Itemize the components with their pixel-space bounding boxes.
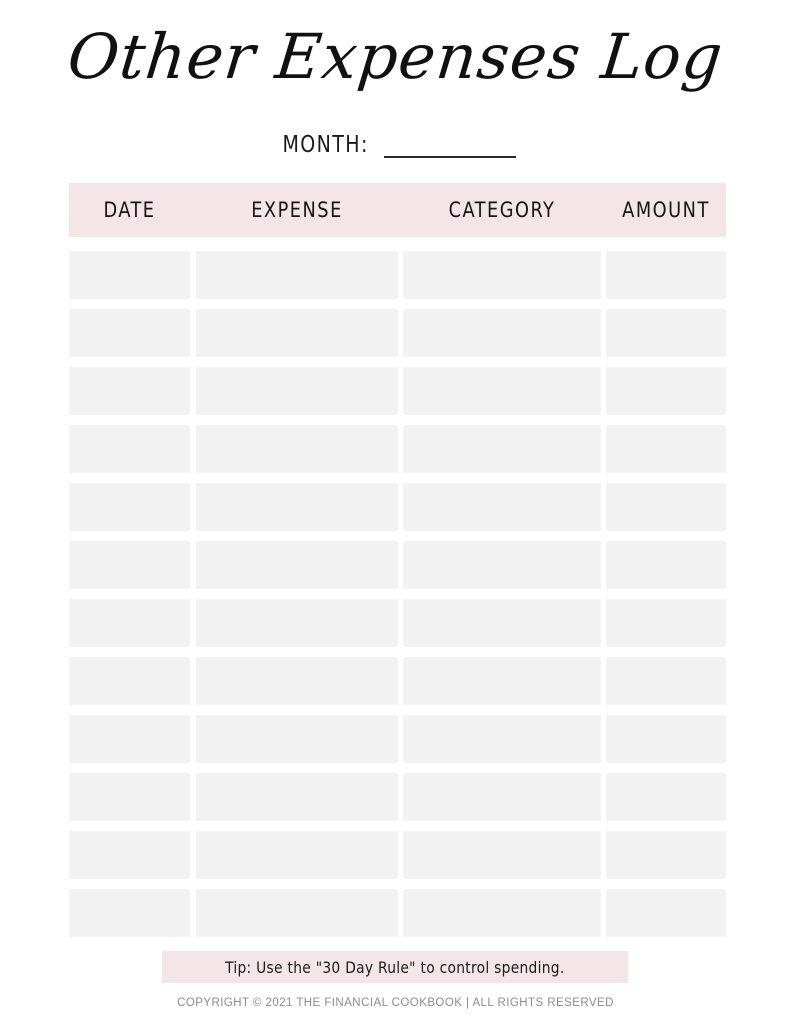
table-cell-expense[interactable] — [196, 541, 398, 589]
table-cell-date[interactable] — [69, 657, 190, 705]
tip-banner: Tip: Use the "30 Day Rule" to control sp… — [162, 951, 628, 983]
table-cell-date[interactable] — [69, 715, 190, 763]
table-cell-expense[interactable] — [196, 367, 398, 415]
table-cell-expense[interactable] — [196, 309, 398, 357]
expenses-table: DATE EXPENSE CATEGORY AMOUNT — [69, 183, 726, 947]
table-row — [69, 251, 726, 299]
table-cell-category[interactable] — [403, 657, 601, 705]
table-cell-category[interactable] — [403, 541, 601, 589]
table-row — [69, 889, 726, 937]
table-cell-amount[interactable] — [606, 889, 726, 937]
table-cell-amount[interactable] — [606, 309, 726, 357]
table-header-row: DATE EXPENSE CATEGORY AMOUNT — [69, 183, 726, 237]
table-cell-category[interactable] — [403, 251, 601, 299]
table-cell-expense[interactable] — [196, 251, 398, 299]
table-row — [69, 657, 726, 705]
printable-worksheet-page: Other Expenses Log MONTH: DATE EXPENSE C… — [0, 0, 791, 1024]
table-cell-date[interactable] — [69, 309, 190, 357]
column-header-expense: EXPENSE — [251, 198, 343, 222]
table-cell-category[interactable] — [403, 715, 601, 763]
table-cell-expense[interactable] — [196, 483, 398, 531]
table-cell-date[interactable] — [69, 483, 190, 531]
column-header-amount: AMOUNT — [622, 198, 710, 222]
table-cell-expense[interactable] — [196, 657, 398, 705]
table-cell-date[interactable] — [69, 251, 190, 299]
table-body — [69, 251, 726, 937]
table-cell-category[interactable] — [403, 599, 601, 647]
table-cell-amount[interactable] — [606, 425, 726, 473]
table-cell-expense[interactable] — [196, 773, 398, 821]
table-row — [69, 367, 726, 415]
tip-text: Tip: Use the "30 Day Rule" to control sp… — [225, 957, 565, 977]
table-cell-expense[interactable] — [196, 425, 398, 473]
table-cell-expense[interactable] — [196, 831, 398, 879]
table-cell-category[interactable] — [403, 831, 601, 879]
table-row — [69, 309, 726, 357]
table-cell-amount[interactable] — [606, 541, 726, 589]
table-row — [69, 425, 726, 473]
table-row — [69, 483, 726, 531]
table-cell-amount[interactable] — [606, 715, 726, 763]
table-cell-amount[interactable] — [606, 657, 726, 705]
table-row — [69, 831, 726, 879]
table-row — [69, 773, 726, 821]
table-cell-expense[interactable] — [196, 715, 398, 763]
table-cell-category[interactable] — [403, 367, 601, 415]
table-row — [69, 715, 726, 763]
table-cell-amount[interactable] — [606, 831, 726, 879]
table-cell-category[interactable] — [403, 889, 601, 937]
table-cell-amount[interactable] — [606, 599, 726, 647]
table-cell-category[interactable] — [403, 425, 601, 473]
table-cell-amount[interactable] — [606, 773, 726, 821]
month-field: MONTH: — [0, 132, 791, 158]
table-cell-date[interactable] — [69, 541, 190, 589]
table-cell-date[interactable] — [69, 599, 190, 647]
table-cell-expense[interactable] — [196, 599, 398, 647]
column-header-category: CATEGORY — [448, 198, 556, 222]
table-cell-date[interactable] — [69, 367, 190, 415]
table-cell-amount[interactable] — [606, 367, 726, 415]
table-row — [69, 599, 726, 647]
column-header-date: DATE — [103, 198, 156, 222]
table-cell-category[interactable] — [403, 483, 601, 531]
month-input-blank[interactable] — [384, 134, 517, 158]
table-cell-date[interactable] — [69, 773, 190, 821]
table-cell-category[interactable] — [403, 773, 601, 821]
table-cell-expense[interactable] — [196, 889, 398, 937]
table-cell-amount[interactable] — [606, 483, 726, 531]
table-cell-amount[interactable] — [606, 251, 726, 299]
table-cell-date[interactable] — [69, 831, 190, 879]
month-label: MONTH: — [282, 132, 369, 158]
page-title: Other Expenses Log — [64, 20, 727, 93]
table-cell-category[interactable] — [403, 309, 601, 357]
table-row — [69, 541, 726, 589]
copyright-notice: COPYRIGHT © 2021 THE FINANCIAL COOKBOOK … — [177, 997, 614, 1009]
table-cell-date[interactable] — [69, 425, 190, 473]
table-cell-date[interactable] — [69, 889, 190, 937]
